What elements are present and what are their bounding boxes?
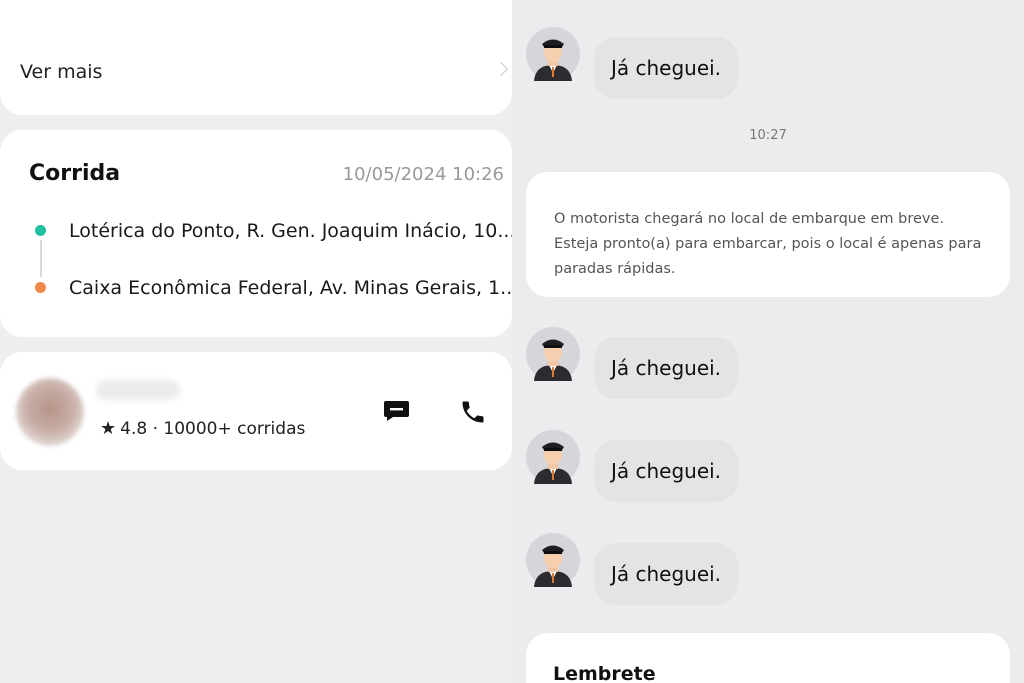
- driver-name-redacted: [96, 380, 180, 400]
- driver-avatar-icon: [526, 27, 580, 81]
- chat-message-row: Já cheguei.: [526, 533, 826, 605]
- notice-line: paradas rápidas.: [554, 261, 676, 277]
- notice-line: Esteja pronto(a) para embarcar, pois o l…: [554, 236, 982, 252]
- notice-line: O motorista chegará no local de embarque…: [554, 211, 945, 227]
- route-connector: [39, 240, 42, 277]
- trip-title: Corrida: [29, 161, 121, 186]
- chat-bubble: Já cheguei.: [594, 37, 738, 99]
- system-notice: O motorista chegará no local de embarque…: [526, 172, 1010, 297]
- see-more-card[interactable]: Ver mais: [0, 0, 512, 115]
- see-more-label: Ver mais: [20, 61, 103, 83]
- chat-bubble: Já cheguei.: [594, 543, 738, 605]
- destination-address: Caixa Econômica Federal, Av. Minas Gerai…: [69, 277, 519, 299]
- chat-message-row: Já cheguei.: [526, 430, 826, 502]
- driver-card: ★ 4.8 · 10000+ corridas: [0, 352, 512, 470]
- driver-avatar-icon: [526, 327, 580, 381]
- chat-message-row: Já cheguei.: [526, 327, 826, 399]
- destination-dot-icon: [35, 282, 46, 293]
- chat-message-row: Já cheguei.: [526, 27, 826, 99]
- chat-bubble: Já cheguei.: [594, 337, 738, 399]
- message-icon[interactable]: [383, 400, 410, 422]
- origin-dot-icon: [35, 225, 46, 236]
- origin-address: Lotérica do Ponto, R. Gen. Joaquim Ináci…: [69, 220, 516, 242]
- trip-card: Corrida 10/05/2024 10:26 Lotérica do Pon…: [0, 130, 518, 337]
- star-icon: ★: [100, 418, 117, 439]
- driver-rating-row: ★ 4.8 · 10000+ corridas: [100, 418, 305, 439]
- trip-datetime: 10/05/2024 10:26: [342, 164, 504, 185]
- chevron-right-icon: [493, 61, 509, 77]
- reminder-title: Lembrete: [553, 663, 656, 683]
- driver-avatar: [16, 378, 84, 446]
- driver-avatar-icon: [526, 430, 580, 484]
- rating-separator: ·: [152, 419, 158, 439]
- driver-rating: 4.8: [120, 419, 148, 439]
- reminder-card: Lembrete: [526, 633, 1010, 683]
- driver-rides-count: 10000+ corridas: [163, 419, 306, 439]
- chat-timestamp: 10:27: [749, 128, 787, 143]
- driver-avatar-icon: [526, 533, 580, 587]
- phone-icon[interactable]: [459, 398, 487, 426]
- chat-bubble: Já cheguei.: [594, 440, 738, 502]
- trip-details-panel: Ver mais Corrida 10/05/2024 10:26 Lotéri…: [0, 0, 518, 683]
